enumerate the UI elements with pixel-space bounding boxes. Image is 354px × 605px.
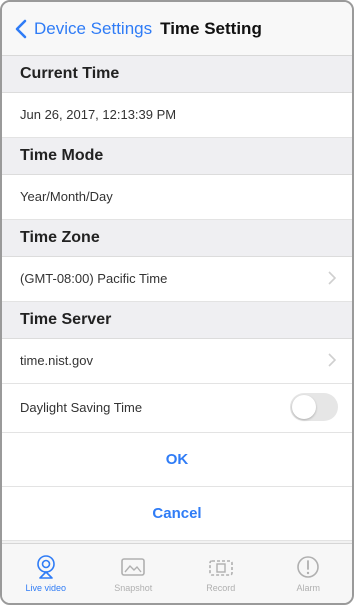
camera-icon [36, 555, 55, 579]
page-title: Time Setting [160, 18, 262, 38]
alert-icon [297, 556, 320, 578]
time-zone-text: (GMT-08:00) Pacific Time [20, 271, 168, 286]
time-server-row[interactable]: time.nist.gov [2, 339, 352, 384]
video-icon [208, 560, 233, 576]
section-header-time-mode: Time Mode [2, 138, 352, 175]
back-label: Device Settings [34, 18, 153, 38]
chevron-right-icon [328, 353, 336, 367]
time-mode-row[interactable]: Year/Month/Day [2, 175, 352, 220]
time-zone-row[interactable]: (GMT-08:00) Pacific Time [2, 257, 352, 302]
current-time-text: Jun 26, 2017, 12:13:39 PM [20, 107, 177, 122]
chevron-left-icon [15, 19, 27, 38]
tab-bar: Live video Snapshot Record Alarm [2, 543, 352, 603]
current-time-value: Jun 26, 2017, 12:13:39 PM [2, 93, 352, 138]
cancel-button[interactable]: Cancel [2, 487, 352, 541]
section-header-current-time: Current Time [2, 56, 352, 93]
back-button[interactable]: Device Settings [14, 19, 152, 39]
time-mode-text: Year/Month/Day [20, 189, 113, 204]
tab-label: Alarm [296, 583, 320, 593]
time-server-text: time.nist.gov [20, 353, 93, 368]
image-icon [121, 558, 146, 576]
tab-alarm[interactable]: Alarm [265, 544, 353, 603]
tab-record[interactable]: Record [177, 544, 265, 603]
section-header-time-server: Time Server [2, 302, 352, 339]
daylight-saving-toggle[interactable] [290, 393, 338, 421]
ok-button[interactable]: OK [2, 433, 352, 487]
chevron-right-icon [328, 271, 336, 285]
daylight-saving-label: Daylight Saving Time [20, 400, 143, 415]
tab-label: Live video [25, 583, 67, 593]
toggle-knob [292, 395, 316, 419]
nav-bar: Device Settings Time Setting [2, 2, 352, 56]
tab-label: Record [206, 583, 236, 593]
settings-list: Current Time Jun 26, 2017, 12:13:39 PM T… [2, 56, 352, 544]
device-frame: Device Settings Time Setting Current Tim… [0, 0, 354, 605]
section-header-time-zone: Time Zone [2, 220, 352, 257]
tab-snapshot[interactable]: Snapshot [90, 544, 178, 603]
daylight-saving-row: Daylight Saving Time [2, 384, 352, 433]
tab-label: Snapshot [114, 583, 153, 593]
tab-live-video[interactable]: Live video [2, 544, 90, 603]
